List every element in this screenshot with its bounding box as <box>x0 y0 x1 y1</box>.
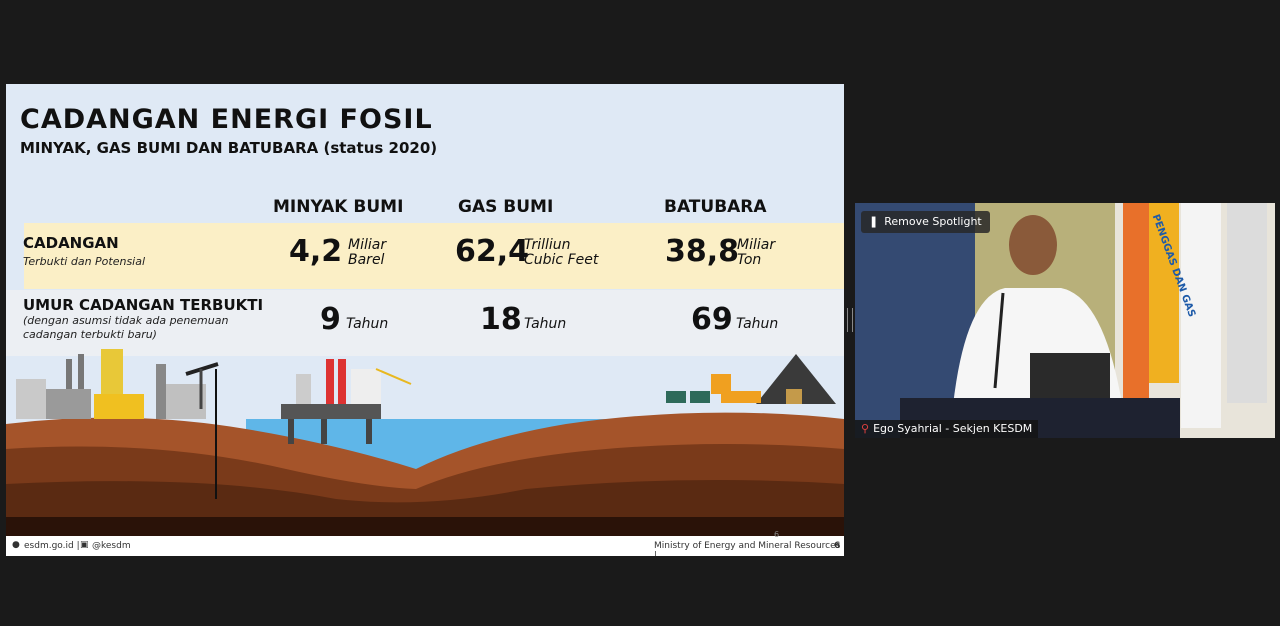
page-number-small: 6 <box>774 530 780 539</box>
footer-page-number: 6 <box>834 541 841 551</box>
globe-icon: ● <box>12 540 20 550</box>
unit-minyak-cadangan-2: Barel <box>348 252 385 268</box>
row-note-cadangan: Terbukti dan Potensial <box>23 255 146 268</box>
value-batubara-umur: 69 <box>691 302 733 337</box>
unit-gas-cadangan-1: Trilliun <box>524 237 571 253</box>
panel-resize-handle[interactable] <box>847 308 853 332</box>
row-note-umur-1: (dengan asumsi tidak ada penemuan <box>23 314 229 327</box>
unit-minyak-umur: Tahun <box>346 316 389 332</box>
shared-slide: CADANGAN ENERGI FOSIL MINYAK, GAS BUMI D… <box>6 84 844 556</box>
unit-gas-umur: Tahun <box>524 316 567 332</box>
refinery-illustration <box>16 349 206 419</box>
value-batubara-cadangan: 38,8 <box>665 234 740 269</box>
participant-video-frame <box>855 203 1275 438</box>
unit-batubara-umur: Tahun <box>736 316 779 332</box>
remove-spotlight-button[interactable]: ❚ Remove Spotlight <box>861 211 990 233</box>
value-minyak-cadangan: 4,2 <box>289 234 343 269</box>
row-label-umur: UMUR CADANGAN TERBUKTI <box>23 296 264 314</box>
footer-website: esdm.go.id | <box>24 541 80 551</box>
value-gas-umur: 18 <box>480 302 522 337</box>
value-gas-cadangan: 62,4 <box>455 234 530 269</box>
slide-title: CADANGAN ENERGI FOSIL <box>20 104 433 135</box>
coal-mine-illustration <box>666 354 836 404</box>
value-minyak-umur: 9 <box>320 302 341 337</box>
slide-footer: ● esdm.go.id | ▣ @kesdm Ministry of Ener… <box>6 530 844 556</box>
unit-batubara-cadangan-2: Ton <box>737 252 762 268</box>
pin-icon: ❚ <box>869 215 879 228</box>
column-header-batubara: BATUBARA <box>664 197 767 217</box>
participant-name-label: ⚲ Ego Syahrial - Sekjen KESDM <box>855 420 1039 438</box>
participant-name: Ego Syahrial - Sekjen KESDM <box>873 422 1033 435</box>
footer-social: @kesdm <box>92 541 131 551</box>
instagram-icon: ▣ <box>80 540 89 550</box>
unit-gas-cadangan-2: Cubic Feet <box>524 252 599 268</box>
energy-landscape-illustration <box>6 349 844 536</box>
column-header-minyak: MINYAK BUMI <box>273 197 404 217</box>
remove-spotlight-label: Remove Spotlight <box>884 215 982 228</box>
video-tile-spotlight[interactable]: PENGGAS DAN GAS ❚ Remove Spotlight ⚲ Ego S… <box>855 203 1275 438</box>
slide-subtitle: MINYAK, GAS BUMI DAN BATUBARA (status 20… <box>20 139 438 157</box>
footer-ministry: Ministry of Energy and Mineral Resources… <box>654 541 841 556</box>
unit-batubara-cadangan-1: Miliar <box>737 237 776 253</box>
row-label-cadangan: CADANGAN <box>23 234 119 252</box>
unit-minyak-cadangan-1: Miliar <box>348 237 387 253</box>
row-note-umur-2: cadangan terbukti baru) <box>23 328 157 341</box>
muted-mic-icon: ⚲ <box>861 422 870 435</box>
column-header-gas: GAS BUMI <box>458 197 554 217</box>
